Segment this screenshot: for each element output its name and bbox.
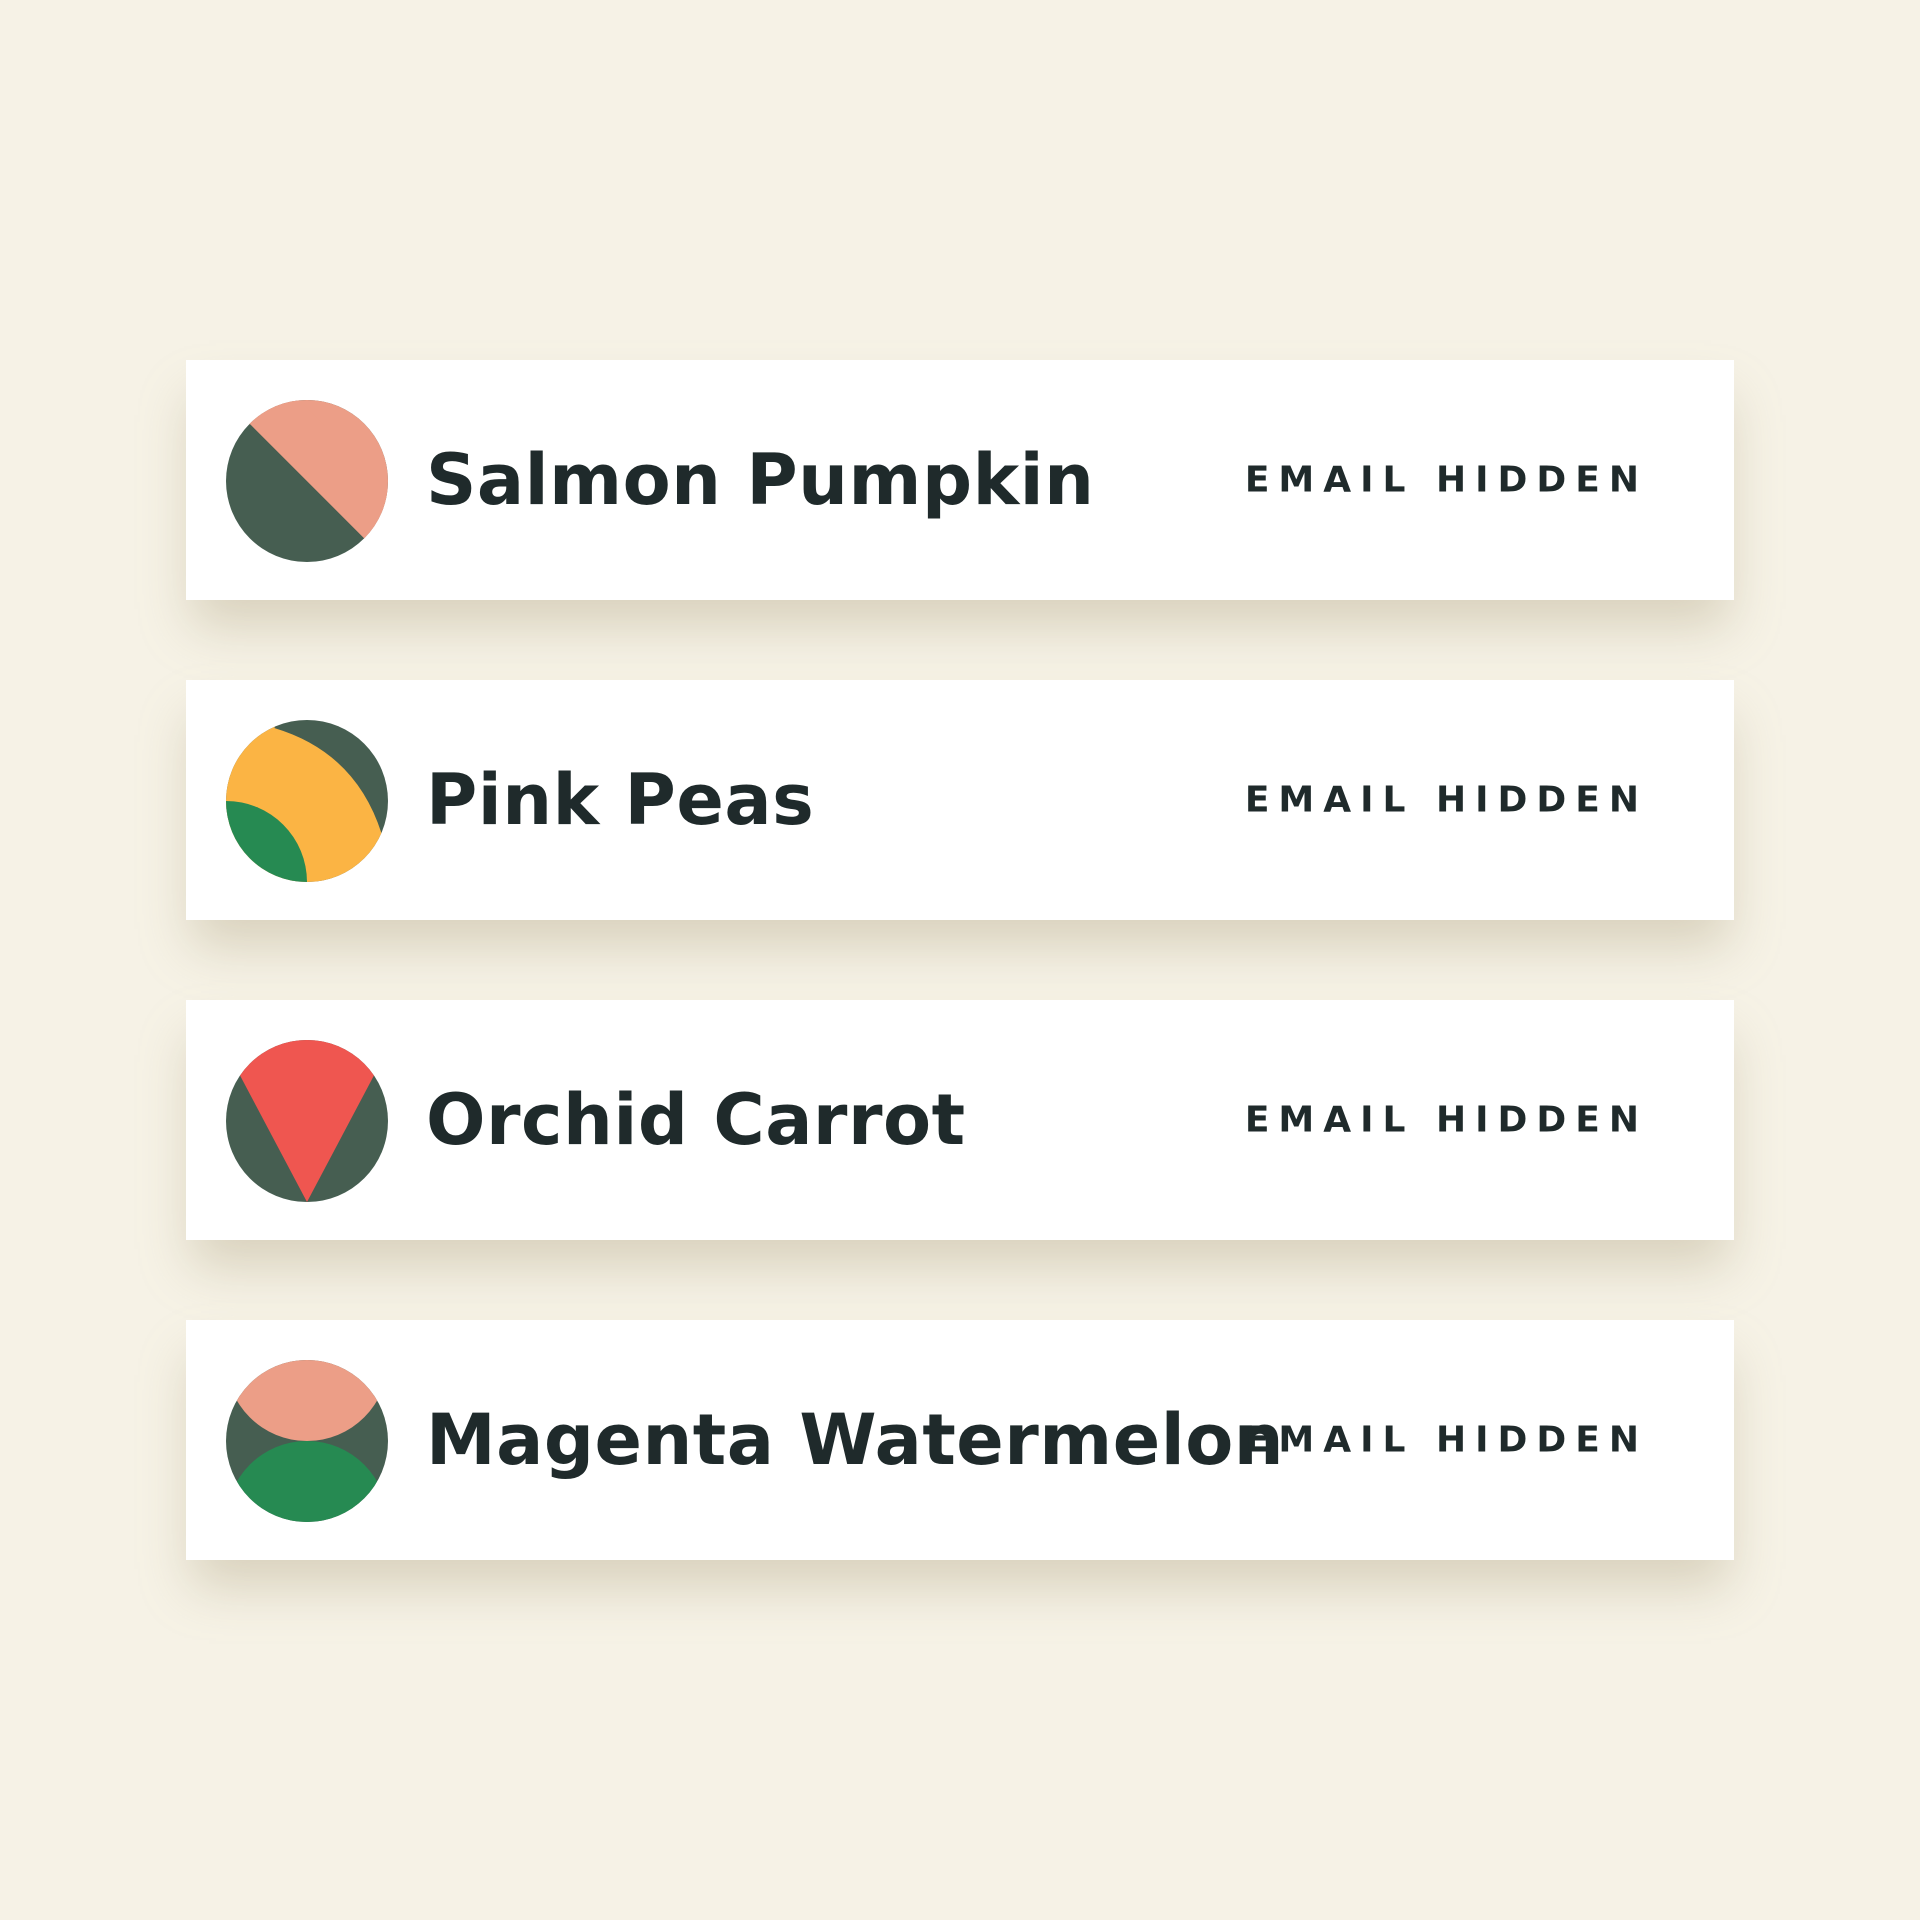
user-card[interactable]: Magenta Watermelon EMAIL HIDDEN xyxy=(186,1320,1734,1560)
user-name: Orchid Carrot xyxy=(426,1079,966,1161)
orchid-carrot-avatar-icon xyxy=(226,1040,388,1202)
user-email: EMAIL HIDDEN xyxy=(1244,459,1648,501)
user-email: EMAIL HIDDEN xyxy=(1244,1419,1648,1461)
user-card[interactable]: Salmon Pumpkin EMAIL HIDDEN xyxy=(186,360,1734,600)
user-card[interactable]: Pink Peas EMAIL HIDDEN xyxy=(186,680,1734,920)
user-name: Pink Peas xyxy=(426,759,815,841)
magenta-watermelon-avatar-icon xyxy=(226,1360,388,1522)
pink-peas-avatar-icon xyxy=(226,720,388,882)
user-name: Salmon Pumpkin xyxy=(426,439,1095,521)
avatar xyxy=(226,1040,388,1202)
user-list: Salmon Pumpkin EMAIL HIDDEN Pink Peas EM… xyxy=(186,360,1734,1640)
user-email: EMAIL HIDDEN xyxy=(1244,779,1648,821)
avatar xyxy=(226,720,388,882)
user-name: Magenta Watermelon xyxy=(426,1399,1285,1481)
user-card[interactable]: Orchid Carrot EMAIL HIDDEN xyxy=(186,1000,1734,1240)
salmon-pumpkin-avatar-icon xyxy=(226,400,388,562)
avatar xyxy=(226,400,388,562)
avatar xyxy=(226,1360,388,1522)
user-email: EMAIL HIDDEN xyxy=(1244,1099,1648,1141)
